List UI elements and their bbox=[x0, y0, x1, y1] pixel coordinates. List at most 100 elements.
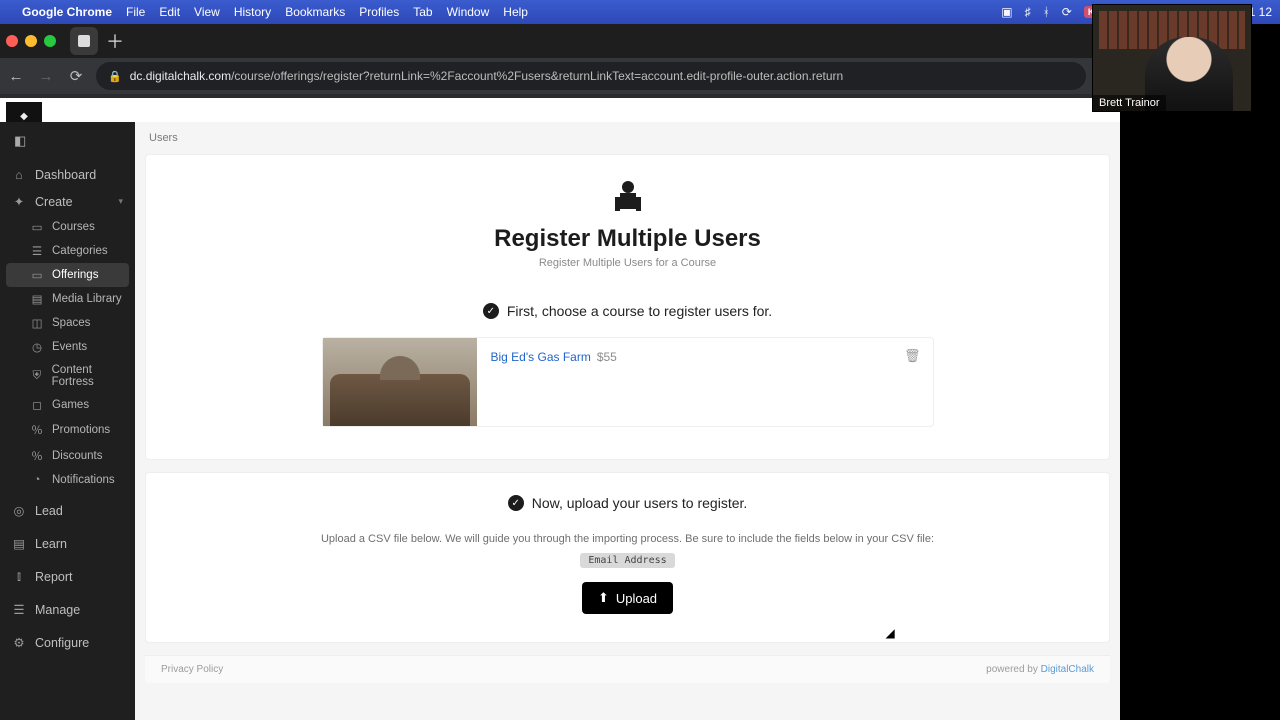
bluetooth-icon[interactable]: ᚼ bbox=[1043, 5, 1050, 19]
trash-icon[interactable]: 🗑 bbox=[904, 348, 921, 364]
sidebar-item-manage[interactable]: ☰Manage bbox=[0, 596, 135, 623]
menu-history[interactable]: History bbox=[234, 5, 271, 19]
upload-panel: ✓ Now, upload your users to register. Up… bbox=[145, 472, 1110, 643]
subitem-icon: ▭ bbox=[30, 220, 44, 234]
menu-tab[interactable]: Tab bbox=[413, 5, 432, 19]
reload-button[interactable]: ⟳ bbox=[66, 67, 86, 85]
sidebar-sub-offerings[interactable]: ▭Offerings bbox=[6, 263, 129, 287]
menu-edit[interactable]: Edit bbox=[159, 5, 180, 19]
lead-icon: ◎ bbox=[12, 503, 26, 518]
sidebar-sub-content-fortress[interactable]: ⛨Content Fortress bbox=[0, 359, 135, 393]
sidebar-sub-spaces[interactable]: ◫ Spaces bbox=[0, 311, 135, 335]
sidebar-label: Dashboard bbox=[35, 168, 96, 182]
sidebar-sub-courses[interactable]: ▭Courses bbox=[0, 215, 135, 239]
subitem-label: Games bbox=[52, 399, 89, 411]
webcam-name: Brett Trainor bbox=[1093, 95, 1166, 111]
create-icon: ✦ bbox=[12, 194, 26, 209]
close-window-icon[interactable] bbox=[6, 35, 18, 47]
main-content: Users Register Multiple Users Register M… bbox=[135, 122, 1120, 720]
url-path: /course/offerings/register?returnLink=%2… bbox=[231, 69, 843, 83]
sidebar-sub-notifications[interactable]: ◔ Notifications bbox=[0, 469, 135, 491]
sidebar-sub-media-library[interactable]: ▤Media Library bbox=[0, 287, 135, 311]
back-button[interactable]: ← bbox=[6, 68, 26, 85]
tuning-icon[interactable]: ♯ bbox=[1025, 5, 1031, 19]
sidebar-sub-events[interactable]: ◷ Events bbox=[0, 335, 135, 359]
lock-icon: 🔒 bbox=[108, 70, 122, 83]
upload-button[interactable]: ⬆ Upload bbox=[582, 582, 673, 614]
sidebar-collapse-button[interactable]: ◧ bbox=[0, 126, 135, 156]
webcam-overlay: Brett Trainor bbox=[1092, 4, 1252, 112]
subitem-icon: ▤ bbox=[30, 292, 44, 306]
sidebar-item-configure[interactable]: ⚙Configure bbox=[0, 629, 135, 656]
video-icon[interactable]: ▣ bbox=[1001, 5, 1012, 19]
forward-button[interactable]: → bbox=[36, 68, 56, 85]
sidebar-label: Manage bbox=[35, 603, 80, 617]
sidebar-sub-discounts[interactable]: ％ Discounts bbox=[0, 443, 135, 469]
subitem-label: Notifications bbox=[52, 474, 115, 486]
selected-course-card[interactable]: Big Ed's Gas Farm $55 🗑 ◢ bbox=[322, 337, 934, 427]
url-domain: dc.digitalchalk.com bbox=[130, 69, 231, 83]
menu-window[interactable]: Window bbox=[447, 5, 490, 19]
menu-file[interactable]: File bbox=[126, 5, 145, 19]
brand-link[interactable]: DigitalChalk bbox=[1041, 664, 1094, 675]
sidebar-item-create[interactable]: ✦ Create ▾ bbox=[0, 188, 135, 215]
new-tab-button[interactable]: ＋ bbox=[106, 28, 124, 54]
step-2: ✓ Now, upload your users to register. bbox=[508, 495, 748, 511]
report-icon: ⫾ bbox=[12, 569, 26, 584]
menu-profiles[interactable]: Profiles bbox=[359, 5, 399, 19]
dashboard-icon: ⌂ bbox=[12, 168, 26, 182]
minimize-window-icon[interactable] bbox=[25, 35, 37, 47]
sidebar: ◧ ⌂ Dashboard ✦ Create ▾ ▭Courses ☰ Categorie… bbox=[0, 122, 135, 720]
subitem-label: Categories bbox=[52, 245, 108, 257]
app-name[interactable]: Google Chrome bbox=[22, 5, 112, 19]
upload-instructions: Upload a CSV file below. We will guide y… bbox=[321, 533, 934, 545]
subitem-label: Offerings bbox=[52, 269, 98, 281]
browser-tab[interactable] bbox=[70, 27, 98, 55]
subitem-label: Spaces bbox=[52, 317, 90, 329]
address-bar[interactable]: 🔒 dc.digitalchalk.com/course/offerings/r… bbox=[96, 62, 1086, 90]
privacy-link[interactable]: Privacy Policy bbox=[161, 664, 223, 675]
upload-label: Upload bbox=[616, 591, 657, 606]
sidebar-item-learn[interactable]: ▤Learn bbox=[0, 530, 135, 557]
subitem-icon: ％ bbox=[30, 422, 44, 438]
check-circle-icon: ✓ bbox=[483, 303, 499, 319]
sidebar-sub-categories[interactable]: ☰ Categories bbox=[0, 239, 135, 263]
breadcrumb[interactable]: Users bbox=[135, 122, 1120, 154]
mac-menubar: Google Chrome File Edit View History Boo… bbox=[0, 0, 1280, 24]
step-1-text: First, choose a course to register users… bbox=[507, 303, 772, 319]
subitem-label: Promotions bbox=[52, 424, 110, 436]
subitem-icon: ◫ bbox=[30, 316, 44, 330]
sync-icon[interactable]: ⟳ bbox=[1062, 5, 1072, 19]
step-1: ✓ First, choose a course to register use… bbox=[483, 303, 772, 319]
subitem-icon: ◷ bbox=[30, 340, 44, 354]
subitem-icon: ◔ bbox=[30, 474, 44, 486]
subitem-label: Discounts bbox=[52, 450, 103, 462]
sidebar-item-report[interactable]: ⫾Report bbox=[0, 563, 135, 590]
person-icon bbox=[611, 179, 645, 217]
field-chip-email: Email Address bbox=[580, 553, 674, 568]
check-circle-icon: ✓ bbox=[508, 495, 524, 511]
chevron-down-icon: ▾ bbox=[118, 196, 123, 207]
sidebar-label: Lead bbox=[35, 504, 63, 518]
step-2-text: Now, upload your users to register. bbox=[532, 495, 748, 511]
subitem-label: Events bbox=[52, 341, 87, 353]
sidebar-sub-promotions[interactable]: ％ Promotions bbox=[0, 417, 135, 443]
browser-toolbar: ← → ⟳ 🔒 dc.digitalchalk.com/course/offer… bbox=[0, 58, 1280, 94]
sidebar-item-dashboard[interactable]: ⌂ Dashboard bbox=[0, 162, 135, 188]
menu-bookmarks[interactable]: Bookmarks bbox=[285, 5, 345, 19]
sidebar-item-lead[interactable]: ◎ Lead bbox=[0, 497, 135, 524]
zoom-window-icon[interactable] bbox=[44, 35, 56, 47]
window-controls[interactable] bbox=[6, 35, 56, 47]
subitem-label: Content Fortress bbox=[52, 364, 135, 388]
powered-by: powered by DigitalChalk bbox=[986, 664, 1094, 675]
sidebar-label: Create bbox=[35, 195, 73, 209]
subitem-icon: ☰ bbox=[30, 244, 44, 258]
menu-view[interactable]: View bbox=[194, 5, 220, 19]
upload-icon: ⬆ bbox=[598, 590, 609, 606]
subitem-icon: ％ bbox=[30, 448, 44, 464]
sidebar-label: Configure bbox=[35, 636, 89, 650]
subitem-icon: ◻ bbox=[30, 398, 44, 412]
menu-help[interactable]: Help bbox=[503, 5, 528, 19]
sidebar-sub-games[interactable]: ◻ Games bbox=[0, 393, 135, 417]
course-price: $55 bbox=[597, 350, 617, 414]
